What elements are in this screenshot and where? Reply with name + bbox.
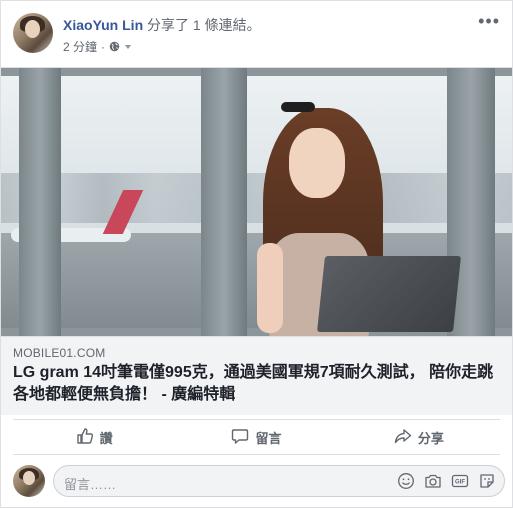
author-name-link[interactable]: XiaoYun Lin xyxy=(63,17,143,33)
comment-attachment-icons: GIF xyxy=(397,472,496,490)
privacy-dropdown-caret-icon[interactable] xyxy=(125,44,132,49)
post-header: XiaoYun Lin 分享了 1 條連結。 xyxy=(63,15,261,35)
meta-separator: · xyxy=(101,39,106,54)
author-avatar[interactable] xyxy=(13,13,53,53)
link-preview-image[interactable] xyxy=(1,68,512,336)
share-label: 分享 xyxy=(417,430,444,446)
comment-label: 留言 xyxy=(255,430,282,446)
link-title[interactable]: LG gram 14吋筆電僅995克，通過美國軍規7項耐久測試， 陪你走跳各地都… xyxy=(13,362,503,406)
post-action-bar: 讚 留言 分享 xyxy=(13,419,500,455)
camera-icon[interactable] xyxy=(424,472,442,490)
like-button[interactable]: 讚 xyxy=(13,420,175,454)
like-label: 讚 xyxy=(99,430,113,446)
post-action-text: 分享了 1 條連結。 xyxy=(147,17,261,33)
post-meta: 2 分鐘 · xyxy=(63,38,132,55)
commenter-avatar[interactable] xyxy=(13,465,45,497)
link-preview-info[interactable]: MOBILE01.COM LG gram 14吋筆電僅995克，通過美國軍規7項… xyxy=(1,336,512,415)
sticker-icon[interactable] xyxy=(478,472,496,490)
thumbs-up-icon xyxy=(76,427,94,448)
svg-text:GIF: GIF xyxy=(455,480,465,486)
more-options-icon[interactable]: ••• xyxy=(478,11,500,32)
link-preview[interactable]: MOBILE01.COM LG gram 14吋筆電僅995克，通過美國軍規7項… xyxy=(1,67,512,415)
comment-input[interactable]: 留言…… GIF xyxy=(53,465,505,497)
comment-button[interactable]: 留言 xyxy=(175,420,337,454)
link-domain: MOBILE01.COM xyxy=(13,346,106,360)
smiley-icon[interactable] xyxy=(397,472,415,490)
gif-icon[interactable]: GIF xyxy=(451,472,469,490)
post-timestamp[interactable]: 2 分鐘 xyxy=(63,38,97,55)
feed-post-card: XiaoYun Lin 分享了 1 條連結。 2 分鐘 · ••• MOBILE… xyxy=(0,0,513,508)
speech-bubble-icon xyxy=(231,427,249,448)
comment-placeholder[interactable]: 留言…… xyxy=(64,474,116,493)
globe-icon[interactable] xyxy=(109,41,120,52)
share-arrow-icon xyxy=(394,427,412,448)
share-button[interactable]: 分享 xyxy=(338,420,500,454)
